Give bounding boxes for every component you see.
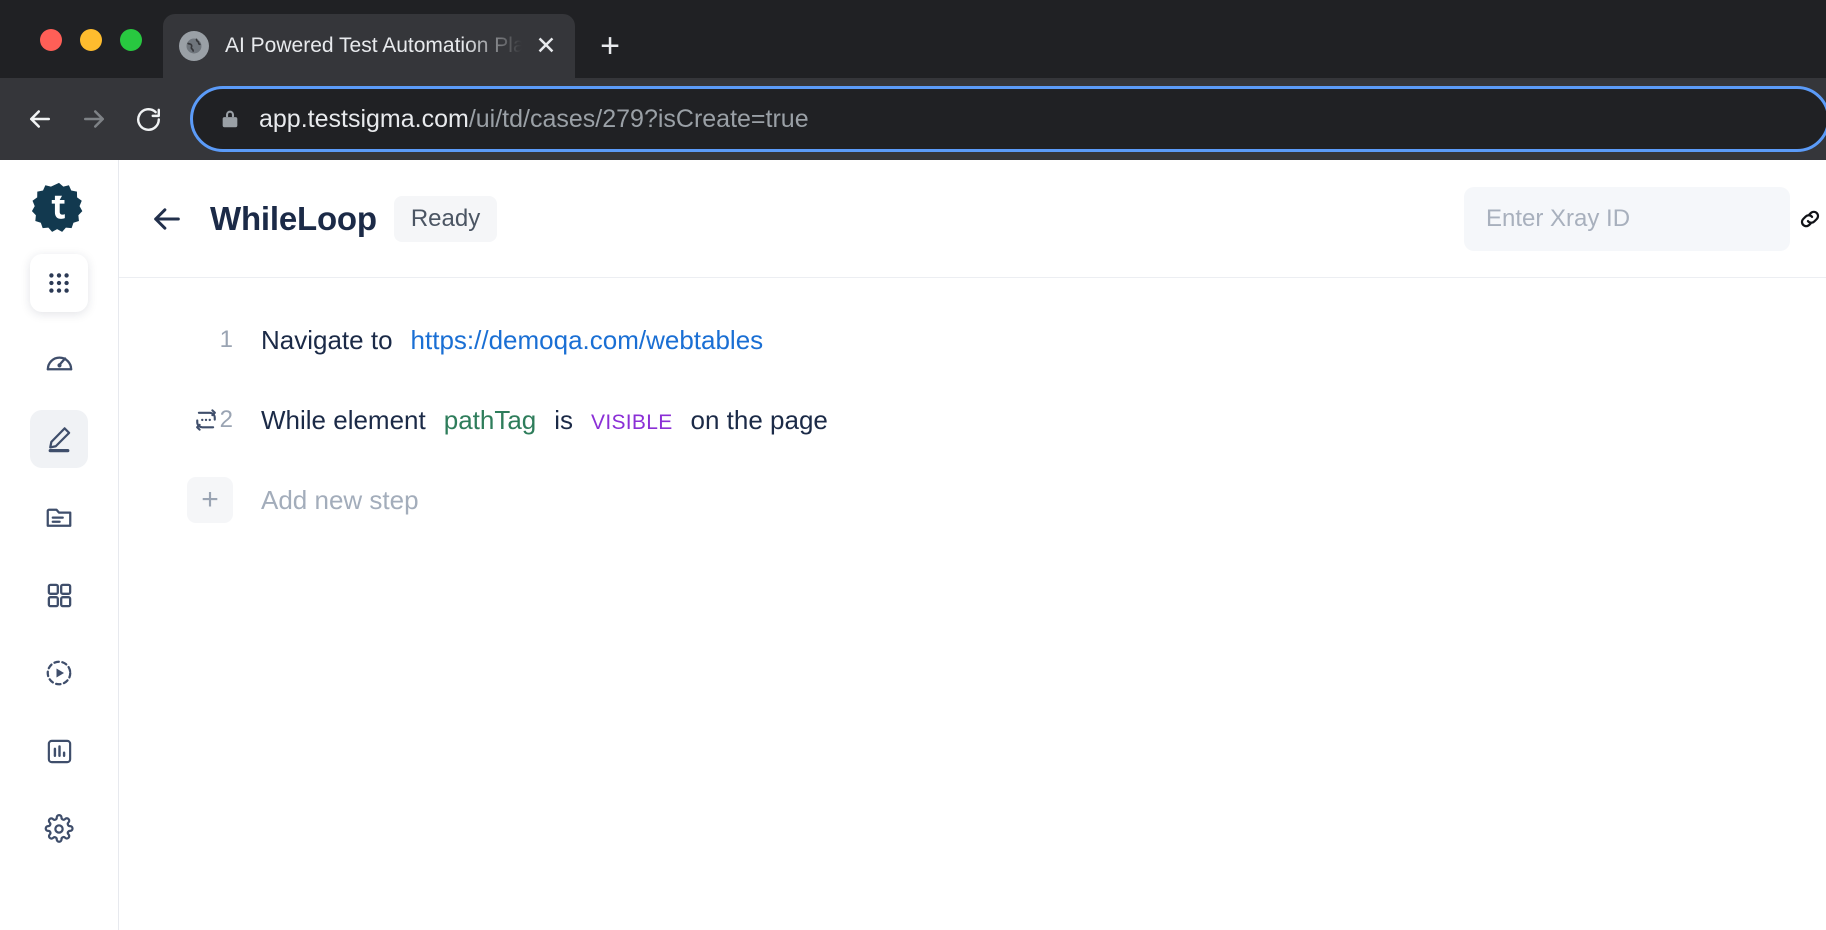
play-dashed-circle-icon xyxy=(46,660,72,686)
step-token-state[interactable]: VISIBLE xyxy=(591,411,672,434)
pencil-icon xyxy=(48,427,71,453)
step-text: While element pathTag is VISIBLE on the page xyxy=(261,405,828,436)
step-token-suffix: on the page xyxy=(690,404,828,435)
url-host: app.testsigma.com xyxy=(259,104,469,133)
sidebar-item-test-suites[interactable] xyxy=(30,566,88,624)
browser-tab[interactable]: AI Powered Test Automation Pla ✕ xyxy=(163,14,575,78)
step-token-action: Navigate to xyxy=(261,324,393,355)
table-row[interactable]: 1 Navigate to https://demoqa.com/webtable… xyxy=(119,314,1826,366)
forward-arrow-icon xyxy=(72,97,116,141)
step-token-action: While element xyxy=(261,404,426,435)
folder-lines-icon xyxy=(46,508,72,527)
sidebar-item-settings[interactable] xyxy=(30,800,88,858)
minimize-window-button[interactable] xyxy=(80,29,102,51)
back-arrow-icon[interactable] xyxy=(18,97,62,141)
sidebar-item-create-tests[interactable] xyxy=(30,410,88,468)
step-token-url[interactable]: https://demoqa.com/webtables xyxy=(411,325,764,355)
step-number: 1 xyxy=(219,326,233,353)
back-arrow-icon[interactable] xyxy=(146,198,188,240)
xray-id-field[interactable] xyxy=(1464,186,1820,251)
bar-chart-box-icon xyxy=(47,739,71,763)
step-token-element[interactable]: pathTag xyxy=(444,405,537,435)
grid-dots-icon xyxy=(49,273,69,293)
sidebar-nav xyxy=(30,254,88,858)
table-row[interactable]: 2 While element pathTag is VISIBLE on the pa… xyxy=(119,394,1826,446)
add-new-step-label: Add new step xyxy=(261,484,419,515)
close-icon[interactable]: ✕ xyxy=(531,31,561,61)
lock-icon xyxy=(219,107,241,131)
tab-strip: AI Powered Test Automation Pla ✕ + xyxy=(0,0,1826,78)
page-title: WhileLoop xyxy=(210,199,377,237)
sidebar-item-dashboard[interactable] xyxy=(30,332,88,390)
address-bar[interactable]: app.testsigma.com/ui/td/cases/279?isCrea… xyxy=(190,86,1826,152)
step-token-is: is xyxy=(554,404,574,435)
globe-icon xyxy=(179,31,209,61)
url-path: /ui/td/cases/279?isCreate=true xyxy=(468,104,809,133)
new-tab-button[interactable]: + xyxy=(590,26,630,66)
plus-icon[interactable]: + xyxy=(187,477,233,523)
close-window-button[interactable] xyxy=(40,29,62,51)
step-text: Navigate to https://demoqa.com/webtables xyxy=(261,325,763,356)
window-traffic-lights xyxy=(40,29,142,51)
browser-chrome: AI Powered Test Automation Pla ✕ + app.t… xyxy=(0,0,1826,160)
sidebar-item-apps-grid[interactable] xyxy=(30,254,88,312)
loop-repeat-icon xyxy=(191,405,221,435)
gear-icon xyxy=(44,814,74,843)
sidebar-item-reports[interactable] xyxy=(30,722,88,780)
tab-title: AI Powered Test Automation Pla xyxy=(225,34,525,57)
four-squares-icon xyxy=(47,583,71,607)
status-badge: Ready xyxy=(393,195,498,242)
add-new-step-button[interactable]: + Add new step xyxy=(119,474,1826,526)
link-chain-icon[interactable] xyxy=(1796,205,1824,233)
left-sidebar xyxy=(0,160,119,930)
test-steps-list: 1 Navigate to https://demoqa.com/webtable… xyxy=(119,278,1826,930)
speedometer-icon xyxy=(46,356,72,370)
maximize-window-button[interactable] xyxy=(120,29,142,51)
sidebar-item-test-data[interactable] xyxy=(30,488,88,546)
page-header: WhileLoop Ready xyxy=(119,160,1826,278)
testsigma-logo[interactable] xyxy=(31,180,87,236)
app-window: WhileLoop Ready 1 Navigate to https://dem… xyxy=(0,160,1826,930)
sidebar-item-runs[interactable] xyxy=(30,644,88,702)
xray-id-input[interactable] xyxy=(1486,204,1796,233)
reload-icon[interactable] xyxy=(126,97,170,141)
